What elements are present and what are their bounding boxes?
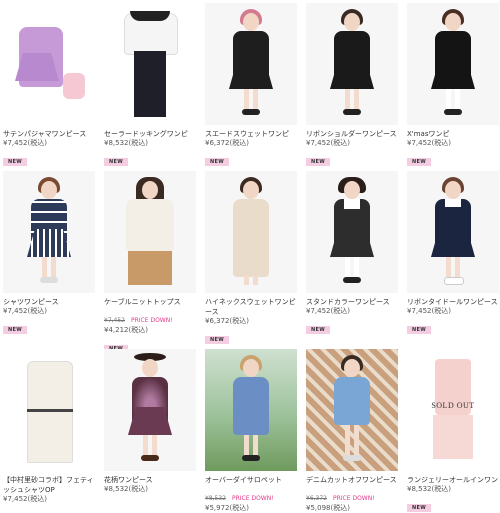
product-price: ¥7,452(税込) bbox=[3, 139, 47, 147]
product-name[interactable]: ランジェリーオールインワン bbox=[407, 475, 499, 485]
product-price: ¥7,452(税込) bbox=[3, 307, 47, 315]
product-name[interactable]: ケーブルニットトップス bbox=[104, 297, 196, 307]
product-name[interactable]: オーバーダイサロペット bbox=[205, 475, 297, 485]
product-card[interactable]: リボンショルダーワンピース ¥7,452(税込) NEW bbox=[306, 3, 398, 167]
product-image[interactable] bbox=[306, 3, 398, 125]
product-card[interactable]: SOLD OUT ランジェリーオールインワン ¥8,532(税込) NEW bbox=[407, 349, 499, 513]
price-down-label: PRICE DOWN! bbox=[131, 317, 173, 324]
product-card[interactable]: リボンタイドールワンピース ¥7,452(税込) NEW bbox=[407, 171, 499, 335]
product-image[interactable] bbox=[3, 171, 95, 293]
product-card[interactable]: 【中村里砂コラボ】フェティッシュシャツOP ¥7,452(税込) bbox=[3, 349, 95, 504]
new-badge: NEW bbox=[407, 158, 432, 166]
product-card[interactable]: デニムカットオフワンピース ¥6,372 PRICE DOWN! ¥5,098(税… bbox=[306, 349, 398, 513]
product-name[interactable]: デニムカットオフワンピース bbox=[306, 475, 398, 485]
product-price: ¥7,452(税込) bbox=[306, 139, 350, 147]
original-price: ¥7,452 bbox=[104, 317, 125, 324]
product-card[interactable]: セーラードッキングワンピ ¥8,532(税込) NEW bbox=[104, 3, 196, 167]
product-name[interactable]: スタンドカラーワンピース bbox=[306, 297, 398, 307]
product-name[interactable]: セーラードッキングワンピ bbox=[104, 129, 196, 139]
product-price: ¥7,452(税込) bbox=[407, 307, 451, 315]
product-image[interactable]: SOLD OUT bbox=[407, 349, 499, 471]
product-grid: サテンパジャマワンピース ¥7,452(税込) NEW セーラードッキングワンピ… bbox=[0, 0, 500, 512]
product-price: ¥4,212(税込) bbox=[104, 326, 148, 334]
product-image[interactable] bbox=[104, 171, 196, 293]
original-price: ¥8,532 bbox=[205, 495, 226, 502]
product-name[interactable]: ハイネックスウェットワンピース bbox=[205, 297, 297, 317]
product-image[interactable] bbox=[407, 171, 499, 293]
product-image[interactable] bbox=[3, 3, 95, 125]
new-badge: NEW bbox=[3, 326, 28, 334]
product-card[interactable]: 花柄ワンピース ¥8,532(税込) bbox=[104, 349, 196, 494]
product-price: ¥6,372(税込) bbox=[205, 317, 249, 325]
product-image[interactable] bbox=[205, 349, 297, 471]
product-name[interactable]: サテンパジャマワンピース bbox=[3, 129, 95, 139]
product-image[interactable] bbox=[104, 3, 196, 125]
product-card[interactable]: X'masワンピ ¥7,452(税込) NEW bbox=[407, 3, 499, 167]
product-name[interactable]: X'masワンピ bbox=[407, 129, 499, 139]
product-image[interactable] bbox=[306, 171, 398, 293]
product-price: ¥7,452(税込) bbox=[306, 307, 350, 315]
new-badge: NEW bbox=[407, 504, 432, 512]
new-badge: NEW bbox=[104, 158, 129, 166]
new-badge: NEW bbox=[407, 326, 432, 334]
product-image[interactable] bbox=[104, 349, 196, 471]
product-image[interactable] bbox=[205, 3, 297, 125]
product-price: ¥8,532(税込) bbox=[407, 485, 451, 493]
product-image[interactable] bbox=[205, 171, 297, 293]
new-badge: NEW bbox=[306, 158, 331, 166]
product-card[interactable]: スエードスウェットワンピ ¥6,372(税込) NEW bbox=[205, 3, 297, 167]
product-name[interactable]: リボンショルダーワンピース bbox=[306, 129, 398, 139]
new-badge: NEW bbox=[306, 326, 331, 334]
new-badge: NEW bbox=[3, 158, 28, 166]
product-image[interactable] bbox=[306, 349, 398, 471]
product-price: ¥7,452(税込) bbox=[407, 139, 451, 147]
new-badge: NEW bbox=[205, 158, 230, 166]
new-badge: NEW bbox=[205, 336, 230, 344]
sold-out-label: SOLD OUT bbox=[431, 401, 475, 410]
price-down-label: PRICE DOWN! bbox=[232, 495, 274, 502]
product-image[interactable] bbox=[407, 3, 499, 125]
product-card[interactable]: ケーブルニットトップス ¥7,452 PRICE DOWN! ¥4,212(税込)… bbox=[104, 171, 196, 354]
product-name[interactable]: 【中村里砂コラボ】フェティッシュシャツOP bbox=[3, 475, 95, 495]
product-card[interactable]: サテンパジャマワンピース ¥7,452(税込) NEW bbox=[3, 3, 95, 167]
original-price: ¥6,372 bbox=[306, 495, 327, 502]
product-card[interactable]: オーバーダイサロペット ¥8,532 PRICE DOWN! ¥5,972(税込) bbox=[205, 349, 297, 513]
price-down-label: PRICE DOWN! bbox=[333, 495, 375, 502]
product-name[interactable]: シャツワンピース bbox=[3, 297, 95, 307]
product-card[interactable]: ハイネックスウェットワンピース ¥6,372(税込) NEW bbox=[205, 171, 297, 345]
product-price: ¥7,452(税込) bbox=[3, 495, 47, 503]
product-price: ¥6,372(税込) bbox=[205, 139, 249, 147]
product-card[interactable]: スタンドカラーワンピース ¥7,452(税込) NEW bbox=[306, 171, 398, 335]
product-name[interactable]: スエードスウェットワンピ bbox=[205, 129, 297, 139]
product-price: ¥8,532(税込) bbox=[104, 485, 148, 493]
product-card[interactable]: シャツワンピース ¥7,452(税込) NEW bbox=[3, 171, 95, 335]
product-name[interactable]: 花柄ワンピース bbox=[104, 475, 196, 485]
product-name[interactable]: リボンタイドールワンピース bbox=[407, 297, 499, 307]
product-image[interactable] bbox=[3, 349, 95, 471]
product-price: ¥8,532(税込) bbox=[104, 139, 148, 147]
